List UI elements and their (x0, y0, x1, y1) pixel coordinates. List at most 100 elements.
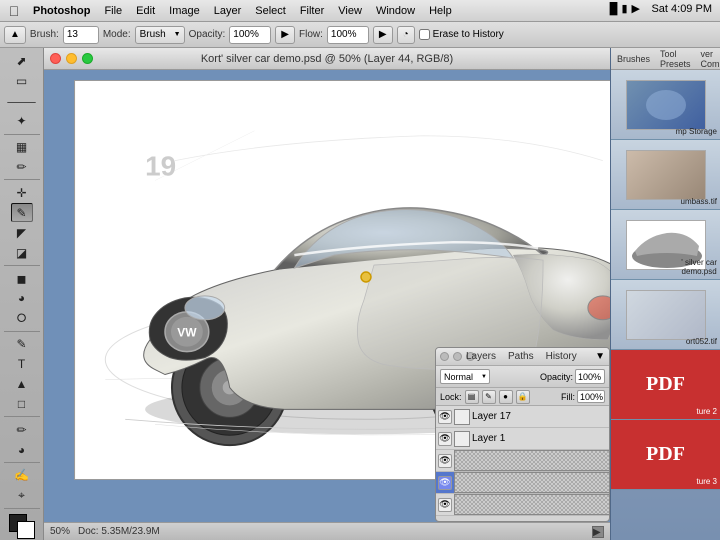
minimize-button[interactable] (66, 53, 77, 64)
menu-view[interactable]: View (331, 3, 369, 19)
layer-row-3[interactable]: 👁 Layer 44 (436, 472, 609, 494)
comp-tab[interactable]: ver Comps (698, 48, 720, 70)
panel-item-4[interactable]: PDF ture 2 (611, 350, 720, 420)
layer-eye-3[interactable]: 👁 (438, 476, 452, 490)
layer-eye-2[interactable]: 👁 (438, 454, 452, 468)
lock-all-btn[interactable]: 🔒 (516, 390, 530, 404)
zoom-tool-btn[interactable]: ⌖ (11, 486, 33, 505)
layers-tab-layers[interactable]: Layers (460, 350, 502, 363)
menu-window[interactable]: Window (369, 3, 422, 19)
ps-main: ⬈ ▭ ⸻ ✦ ▦ ✏ ✛ ✎ ◤ ◪ ◼ ◕ ⭘ ✎ T ▲ □ ✏ ◕ ✍ … (0, 48, 720, 540)
lasso-tool-btn[interactable]: ⸻ (11, 92, 33, 111)
gradient-tool-btn[interactable]: ◼ (11, 269, 33, 288)
magic-wand-btn[interactable]: ✦ (11, 112, 33, 131)
mode-dropdown[interactable]: Brush (135, 26, 185, 44)
lock-transparent-btn[interactable]: ▤ (465, 390, 479, 404)
menu-photoshop[interactable]: Photoshop (26, 3, 97, 19)
clone-tool-btn[interactable]: ◤ (11, 223, 33, 242)
healing-brush-btn[interactable]: ✛ (11, 183, 33, 202)
opacity-input[interactable]: 100% (229, 26, 271, 44)
layer-row-0[interactable]: 👁 Layer 17 (436, 406, 609, 428)
blend-mode-dropdown[interactable]: Normal (440, 369, 490, 384)
lock-position-btn[interactable]: ● (499, 390, 513, 404)
opacity-value[interactable]: 100% (575, 369, 605, 384)
tool-presets-tab[interactable]: Tool Presets (657, 48, 694, 70)
lock-label: Lock: (440, 392, 462, 402)
brush-tool-btn[interactable]: ✎ (11, 203, 33, 222)
flow-arrow-btn[interactable]: ▶ (373, 26, 393, 44)
opacity-label: Opacity: (189, 29, 226, 40)
layer-eye-0[interactable]: 👁 (438, 410, 452, 424)
notes-tool-btn[interactable]: ✏ (11, 420, 33, 439)
lock-icons: ▤ ✎ ● 🔒 (465, 390, 530, 404)
mode-label: Mode: (103, 29, 131, 40)
color-swatches[interactable] (7, 514, 37, 536)
panel-thumb-3 (626, 290, 706, 340)
brush-preset-btn[interactable]: ▲ (4, 26, 26, 44)
panel-thumb-0 (626, 80, 706, 130)
maximize-button[interactable] (82, 53, 93, 64)
apple-menu[interactable]:  (4, 0, 24, 22)
eyedropper-btn[interactable]: ◕ (11, 440, 33, 459)
window-controls (50, 53, 93, 64)
svg-text:19: 19 (145, 151, 176, 182)
slice-tool-btn[interactable]: ✏ (11, 157, 33, 176)
brushes-tab[interactable]: Brushes (614, 53, 653, 65)
flow-input[interactable]: 100% (327, 26, 369, 44)
layers-expand-btn[interactable]: ▼ (595, 351, 605, 362)
layer-eye-1[interactable]: 👁 (438, 432, 452, 446)
pen-tool-btn[interactable]: ✎ (11, 335, 33, 354)
layer-row-4[interactable]: 👁 Layer 43 (436, 494, 609, 516)
panel-item-label-2: ' silver cardemo.psd (681, 258, 717, 276)
panel-item-3[interactable]: ort052.tif (611, 280, 720, 350)
flow-label: Flow: (299, 29, 323, 40)
system-icons: █ ▮ ▶ (610, 2, 640, 15)
shape-tool-btn[interactable]: □ (11, 394, 33, 413)
lock-image-btn[interactable]: ✎ (482, 390, 496, 404)
erase-history-input[interactable] (419, 29, 430, 40)
menu-help[interactable]: Help (422, 3, 459, 19)
dodge-tool-btn[interactable]: ⭘ (11, 309, 33, 328)
path-selection-btn[interactable]: ▲ (11, 375, 33, 394)
opacity-arrow-btn[interactable]: ▶ (275, 26, 295, 44)
crop-tool-btn[interactable]: ▦ (11, 138, 33, 157)
menu-filter[interactable]: Filter (293, 3, 331, 19)
panel-item-label-3: ort052.tif (686, 337, 717, 346)
layer-thumb-1 (454, 431, 470, 447)
panel-item-2[interactable]: ' silver cardemo.psd (611, 210, 720, 280)
menu-layer[interactable]: Layer (207, 3, 249, 19)
fill-value[interactable]: 100% (577, 390, 605, 403)
background-color[interactable] (17, 521, 35, 539)
menu-select[interactable]: Select (248, 3, 293, 19)
panel-item-5[interactable]: PDF ture 3 (611, 420, 720, 490)
tool-divider-4 (4, 331, 40, 332)
blur-tool-btn[interactable]: ◕ (11, 289, 33, 308)
eraser-tool-btn[interactable]: ◪ (11, 243, 33, 262)
airbrush-btn[interactable]: ◔ (397, 26, 415, 44)
layer-name-1: Layer 1 (472, 433, 607, 444)
marquee-tool-btn[interactable]: ▭ (11, 72, 33, 91)
layer-row-2[interactable]: 👁 Layer 42 (436, 450, 609, 472)
layer-eye-4[interactable]: 👁 (438, 498, 452, 512)
type-tool-btn[interactable]: T (11, 355, 33, 374)
opacity-label: Opacity: (540, 372, 573, 382)
layers-tab-paths[interactable]: Paths (502, 350, 540, 363)
tool-divider-3 (4, 265, 40, 266)
panel-item-0[interactable]: mp Storage (611, 70, 720, 140)
layer-row-1[interactable]: 👁 Layer 1 (436, 428, 609, 450)
hand-tool-btn[interactable]: ✍ (11, 466, 33, 485)
panel-item-1[interactable]: umbass.tif (611, 140, 720, 210)
erase-history-checkbox[interactable]: Erase to History (419, 29, 504, 40)
statusbar: 50% Doc: 5.35M/23.9M ▶ (44, 522, 610, 540)
toolbar: ⬈ ▭ ⸻ ✦ ▦ ✏ ✛ ✎ ◤ ◪ ◼ ◕ ⭘ ✎ T ▲ □ ✏ ◕ ✍ … (0, 48, 44, 540)
close-button[interactable] (50, 53, 61, 64)
menu-file[interactable]: File (97, 3, 129, 19)
menu-image[interactable]: Image (162, 3, 207, 19)
layer-thumb-4 (454, 494, 610, 515)
brush-size-input[interactable]: 13 (63, 26, 99, 44)
layers-tab-history[interactable]: History (540, 350, 583, 363)
progress-arrow[interactable]: ▶ (592, 526, 604, 538)
layers-close-btn[interactable] (440, 352, 449, 361)
menu-edit[interactable]: Edit (129, 3, 162, 19)
move-tool-btn[interactable]: ⬈ (11, 52, 33, 71)
